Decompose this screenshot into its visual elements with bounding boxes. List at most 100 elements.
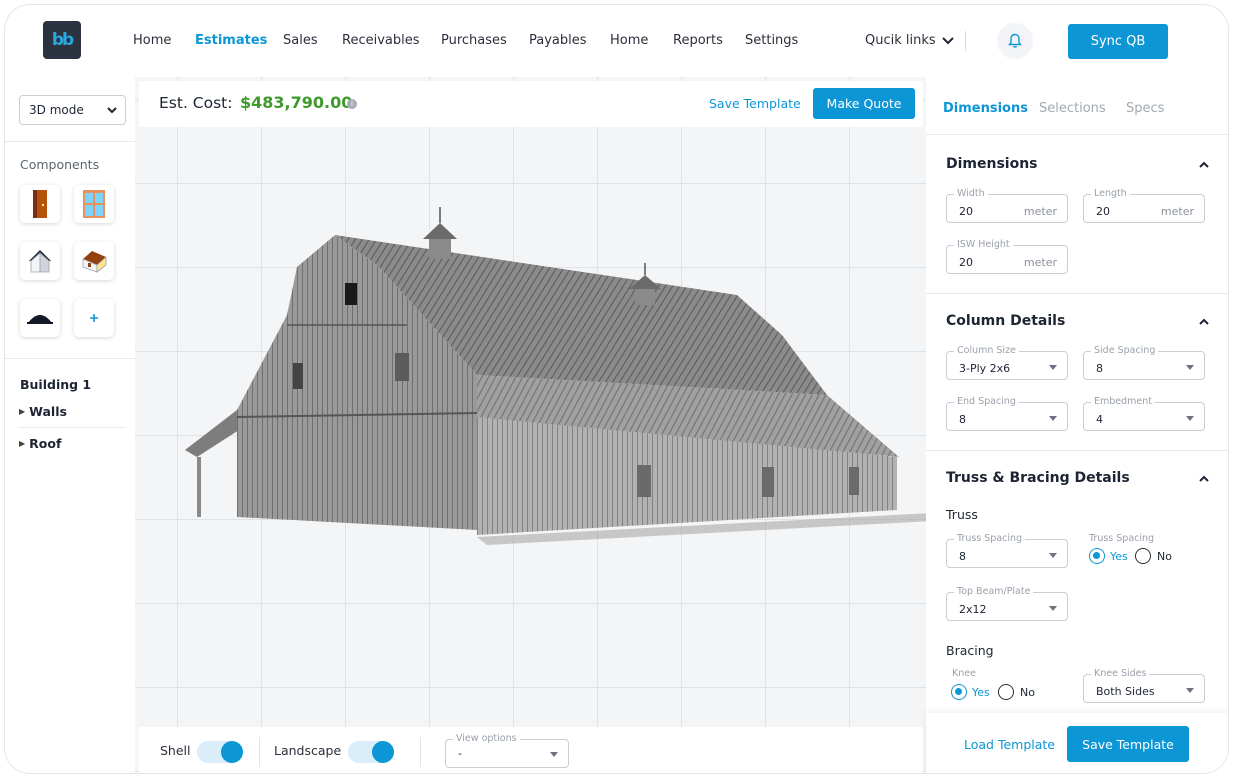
est-cost-label: Est. Cost: bbox=[159, 94, 233, 112]
top-nav: bb Home Estimates Sales Receivables Purc… bbox=[5, 5, 1228, 77]
length-field[interactable]: Length 20 meter bbox=[1083, 188, 1205, 223]
tree-item-label: Roof bbox=[29, 436, 62, 451]
shell-label: Shell bbox=[160, 743, 191, 758]
save-template-link[interactable]: Save Template bbox=[709, 96, 801, 111]
divider bbox=[19, 427, 125, 428]
dimensions-section-title: Dimensions bbox=[946, 156, 1038, 172]
column-size-select[interactable]: Column Size 3-Ply 2x6 bbox=[946, 345, 1068, 380]
knee-no-label: No bbox=[1020, 686, 1035, 699]
nav-payables[interactable]: Payables bbox=[529, 33, 587, 48]
isw-height-field[interactable]: ISW Height 20 meter bbox=[946, 239, 1068, 274]
make-quote-button[interactable]: Make Quote bbox=[813, 88, 915, 119]
divider bbox=[926, 450, 1228, 451]
column-size-value: 3-Ply 2x6 bbox=[959, 362, 1011, 375]
top-beam-legend: Top Beam/Plate bbox=[954, 586, 1034, 597]
plus-icon bbox=[90, 314, 98, 322]
shell-toggle[interactable] bbox=[197, 741, 243, 763]
end-spacing-value: 8 bbox=[959, 413, 966, 426]
truss-spacing-legend: Truss Spacing bbox=[954, 533, 1026, 544]
caret-down-icon bbox=[1186, 365, 1194, 370]
component-gable-house[interactable] bbox=[20, 242, 60, 280]
gable-house-icon bbox=[29, 250, 51, 273]
caret-down-icon bbox=[1049, 416, 1057, 421]
info-icon[interactable]: i bbox=[347, 99, 357, 109]
chevron-up-icon[interactable] bbox=[1198, 473, 1210, 485]
nav-estimates[interactable]: Estimates bbox=[195, 33, 267, 48]
component-dome-roof[interactable] bbox=[20, 299, 60, 337]
window-icon bbox=[83, 190, 105, 218]
nav-purchases[interactable]: Purchases bbox=[441, 33, 507, 48]
embedment-legend: Embedment bbox=[1091, 396, 1156, 407]
side-spacing-value: 8 bbox=[1096, 362, 1103, 375]
knee-sides-legend: Knee Sides bbox=[1091, 668, 1150, 679]
truss-spacing-no-label: No bbox=[1157, 550, 1172, 563]
length-legend: Length bbox=[1091, 188, 1130, 199]
nav-reports[interactable]: Reports bbox=[673, 33, 723, 48]
bell-icon bbox=[1008, 33, 1022, 48]
top-beam-value: 2x12 bbox=[959, 603, 987, 616]
knee-yes-radio[interactable] bbox=[951, 684, 967, 700]
knee-sides-select[interactable]: Knee Sides Both Sides bbox=[1083, 668, 1205, 703]
knee-no-radio[interactable] bbox=[998, 684, 1014, 700]
logo-text: bb bbox=[51, 30, 74, 50]
mode-select[interactable]: 3D mode bbox=[19, 95, 126, 125]
top-beam-select[interactable]: Top Beam/Plate 2x12 bbox=[946, 586, 1068, 621]
truss-spacing-no-radio[interactable] bbox=[1135, 548, 1151, 564]
tree-item-roof[interactable]: ▶ Roof bbox=[19, 436, 61, 451]
column-details-title: Column Details bbox=[946, 313, 1066, 329]
divider bbox=[259, 737, 260, 767]
notifications-button[interactable] bbox=[997, 23, 1033, 59]
component-door[interactable] bbox=[20, 185, 60, 223]
quick-links-menu[interactable]: Qucik links bbox=[865, 33, 954, 48]
divider bbox=[5, 358, 135, 359]
chevron-up-icon[interactable] bbox=[1198, 159, 1210, 171]
caret-down-icon bbox=[1186, 688, 1194, 693]
truss-spacing-select[interactable]: Truss Spacing 8 bbox=[946, 533, 1068, 568]
width-unit: meter bbox=[1023, 205, 1057, 218]
canvas-bottom-bar: Shell Landscape View options - bbox=[139, 727, 923, 773]
nav-home[interactable]: Home bbox=[133, 33, 171, 48]
landscape-toggle[interactable] bbox=[348, 741, 394, 763]
view-options-select[interactable]: View options - bbox=[445, 733, 569, 768]
caret-down-icon bbox=[1049, 606, 1057, 611]
sync-qb-button[interactable]: Sync QB bbox=[1068, 24, 1168, 59]
logo[interactable]: bb bbox=[43, 21, 81, 59]
nav-receivables[interactable]: Receivables bbox=[342, 33, 420, 48]
save-template-button[interactable]: Save Template bbox=[1067, 726, 1189, 762]
left-panel: 3D mode Components Building 1 ▶ Walls ▶ … bbox=[5, 77, 135, 773]
nav-settings[interactable]: Settings bbox=[745, 33, 798, 48]
embedment-select[interactable]: Embedment 4 bbox=[1083, 396, 1205, 431]
tree-item-label: Walls bbox=[29, 404, 67, 419]
knee-sides-value: Both Sides bbox=[1096, 685, 1155, 698]
view-options-legend: View options bbox=[453, 733, 520, 744]
width-field[interactable]: Width 20 meter bbox=[946, 188, 1068, 223]
length-unit: meter bbox=[1160, 205, 1194, 218]
tree-item-walls[interactable]: ▶ Walls bbox=[19, 404, 67, 419]
chevron-up-icon[interactable] bbox=[1198, 316, 1210, 328]
truss-spacing-yes-radio[interactable] bbox=[1089, 548, 1105, 564]
end-spacing-legend: End Spacing bbox=[954, 396, 1019, 407]
toggle-knob bbox=[372, 741, 394, 763]
side-spacing-select[interactable]: Side Spacing 8 bbox=[1083, 345, 1205, 380]
nav-sales[interactable]: Sales bbox=[283, 33, 318, 48]
isw-height-unit: meter bbox=[1023, 256, 1057, 269]
width-legend: Width bbox=[954, 188, 988, 199]
end-spacing-select[interactable]: End Spacing 8 bbox=[946, 396, 1068, 431]
barn-3d-model[interactable] bbox=[177, 195, 937, 555]
tab-specs[interactable]: Specs bbox=[1126, 101, 1164, 116]
truss-spacing-value: 8 bbox=[959, 550, 966, 563]
porch-roof bbox=[185, 410, 239, 457]
component-lean-to-house[interactable] bbox=[74, 242, 114, 280]
nav-home-2[interactable]: Home bbox=[610, 33, 648, 48]
divider bbox=[420, 737, 421, 767]
caret-down-icon bbox=[1049, 553, 1057, 558]
right-panel-footer: Load Template Save Template bbox=[926, 713, 1228, 773]
component-window[interactable] bbox=[74, 185, 114, 223]
lean-to-house-icon bbox=[82, 251, 107, 273]
load-template-button[interactable]: Load Template bbox=[964, 737, 1055, 752]
tab-selections[interactable]: Selections bbox=[1039, 101, 1106, 116]
truss-spacing-radio-legend: Truss Spacing bbox=[1089, 533, 1155, 544]
landscape-label: Landscape bbox=[274, 743, 342, 758]
add-component-button[interactable] bbox=[74, 299, 114, 337]
tab-dimensions[interactable]: Dimensions bbox=[943, 101, 1028, 116]
